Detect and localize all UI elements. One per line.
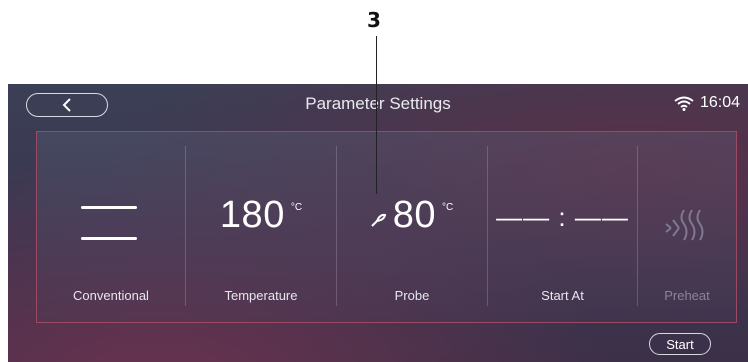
probe-unit: °C xyxy=(442,202,454,213)
param-label: Temperature xyxy=(224,288,298,303)
param-conventional[interactable]: Conventional xyxy=(37,132,185,322)
status-bar: 16:04 xyxy=(674,94,740,112)
start-at-value: —— : —— xyxy=(496,202,629,232)
probe-value: 80 xyxy=(392,194,437,236)
start-button[interactable]: Start xyxy=(649,333,711,355)
param-label: Start At xyxy=(541,288,584,303)
probe-value-group: 80 °C xyxy=(337,194,487,237)
param-start-at[interactable]: —— : —— Start At xyxy=(488,132,637,322)
wifi-icon xyxy=(674,96,694,111)
callout-line xyxy=(376,36,377,194)
temperature-unit: °C xyxy=(290,202,303,213)
probe-icon xyxy=(371,213,386,227)
page-title: Parameter Settings xyxy=(305,94,451,113)
clock: 16:04 xyxy=(699,94,740,111)
temperature-value-group: 180 °C xyxy=(186,194,336,237)
param-probe[interactable]: 80 °C Probe xyxy=(337,132,487,322)
param-label: Probe xyxy=(394,288,430,303)
param-temperature[interactable]: 180 °C Temperature xyxy=(186,132,336,322)
callout-number: 3 xyxy=(367,8,381,32)
param-preheat[interactable]: Preheat xyxy=(638,132,736,322)
param-label: Preheat xyxy=(664,288,710,303)
param-label: Conventional xyxy=(73,288,149,303)
parameter-panel: Conventional 180 °C Temperature 80 °C Prob… xyxy=(36,131,737,323)
oven-screen: Parameter Settings 16:04 Conventional 18… xyxy=(8,84,748,362)
temperature-value: 180 xyxy=(219,194,285,236)
preheat-icon xyxy=(665,209,704,241)
conventional-mode-icon xyxy=(81,206,137,240)
